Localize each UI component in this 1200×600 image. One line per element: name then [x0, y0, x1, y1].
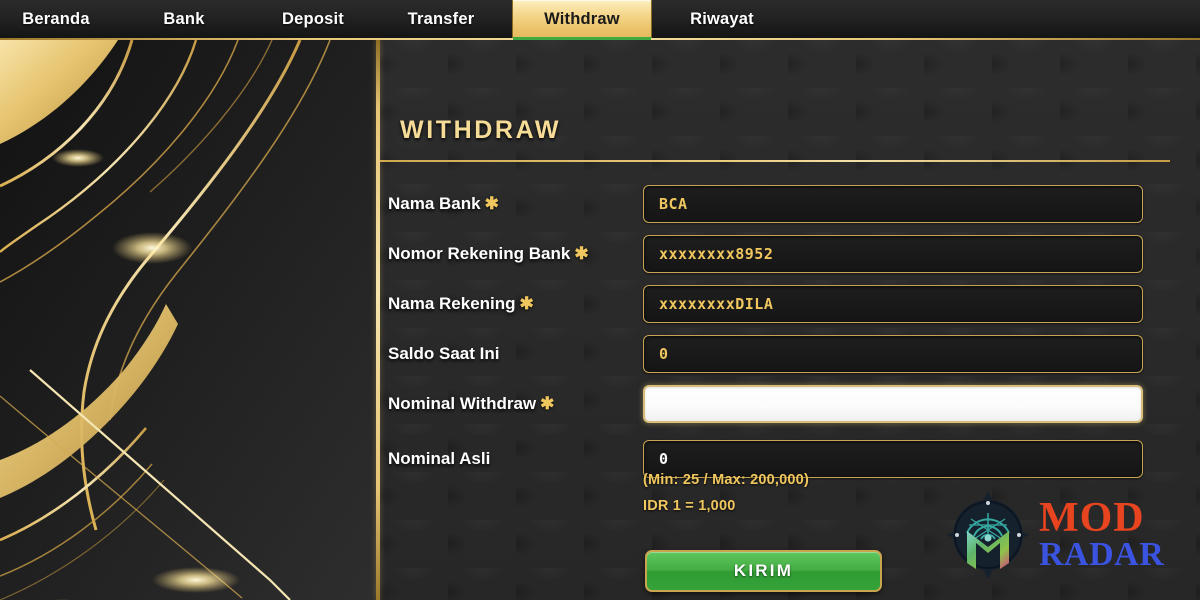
field-label-text: Nominal Asli [388, 449, 491, 468]
field-label: Nominal Asli [388, 449, 490, 469]
nav-item-deposit[interactable]: Deposit [256, 0, 370, 38]
nav-item-label: Deposit [282, 9, 344, 28]
field-label: Nama Bank ✱ [388, 194, 499, 214]
form-row: Nominal Withdraw ✱ [380, 385, 1170, 423]
field-label: Nama Rekening ✱ [388, 294, 534, 314]
input-nama-rekening[interactable]: xxxxxxxxDILA [643, 285, 1143, 323]
input-nomor-rekening-bank[interactable]: xxxxxxxx8952 [643, 235, 1143, 273]
form-hint: (Min: 25 / Max: 200,000) [643, 472, 809, 488]
form-row: Saldo Saat Ini 0 [380, 335, 1170, 373]
decorative-side-panel [0, 40, 378, 600]
nav-item-withdraw[interactable]: Withdraw [512, 0, 652, 40]
field-label-text: Nomor Rekening Bank [388, 244, 571, 263]
input-value: xxxxxxxx8952 [659, 245, 774, 263]
required-asterisk-icon: ✱ [484, 194, 499, 213]
gold-swoosh-graphic [0, 40, 378, 600]
required-asterisk-icon: ✱ [540, 394, 555, 413]
field-label: Nominal Withdraw ✱ [388, 394, 554, 414]
nav-item-beranda[interactable]: Beranda [0, 0, 112, 38]
field-label-text: Nama Rekening [388, 294, 516, 313]
input-saldo-saat-ini[interactable]: 0 [643, 335, 1143, 373]
app-root: Beranda Bank Deposit Transfer Withdraw Riwaya… [0, 0, 1200, 600]
input-value: 0 [659, 450, 669, 468]
nav-item-label: Transfer [407, 9, 475, 28]
input-nominal-withdraw[interactable] [643, 385, 1143, 423]
main-navigation: Beranda Bank Deposit Transfer Withdraw Riwaya… [0, 0, 1200, 40]
withdraw-form-panel: WITHDRAW Nama Bank ✱ BCA Nomor Rekening Ban… [380, 40, 1200, 600]
input-value: BCA [659, 195, 688, 213]
field-label-text: Saldo Saat Ini [388, 344, 500, 363]
nav-item-label: Beranda [22, 9, 90, 28]
submit-button[interactable]: KIRIM [645, 550, 882, 592]
nav-item-label: Bank [163, 9, 205, 28]
form-row: Nama Rekening ✱ xxxxxxxxDILA [380, 285, 1170, 323]
input-nama-bank[interactable]: BCA [643, 185, 1143, 223]
nav-item-label: Withdraw [544, 9, 620, 28]
form-row: Nama Bank ✱ BCA [380, 185, 1170, 223]
nav-item-transfer[interactable]: Transfer [384, 0, 498, 38]
required-asterisk-icon: ✱ [574, 244, 589, 263]
input-value: 0 [659, 345, 669, 363]
input-value: xxxxxxxxDILA [659, 295, 774, 313]
field-label: Saldo Saat Ini [388, 344, 499, 364]
required-asterisk-icon: ✱ [519, 294, 534, 313]
nav-item-bank[interactable]: Bank [130, 0, 238, 38]
vertical-gold-divider [376, 40, 380, 600]
title-divider-rule [380, 160, 1170, 162]
field-label-text: Nama Bank [388, 194, 481, 213]
nav-item-label: Riwayat [690, 9, 754, 28]
form-hint: IDR 1 = 1,000 [643, 498, 736, 514]
nav-item-riwayat[interactable]: Riwayat [666, 0, 778, 38]
page-title: WITHDRAW [400, 116, 562, 144]
field-label: Nomor Rekening Bank ✱ [388, 244, 589, 264]
form-row: Nomor Rekening Bank ✱ xxxxxxxx8952 [380, 235, 1170, 273]
field-label-text: Nominal Withdraw [388, 394, 537, 413]
